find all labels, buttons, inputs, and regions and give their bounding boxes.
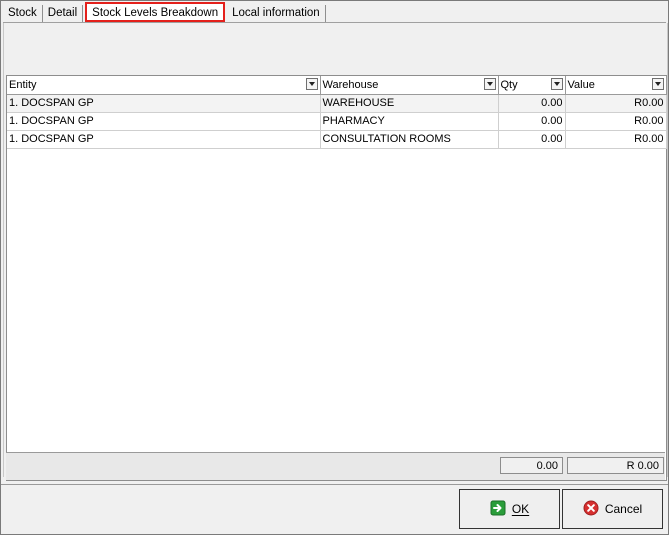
chevron-down-icon[interactable]	[550, 78, 563, 90]
cell-entity[interactable]: 1. DOCSPAN GP	[7, 94, 321, 113]
cell-qty[interactable]: 0.00	[498, 112, 566, 131]
cell-qty[interactable]: 0.00	[498, 94, 566, 113]
cell-entity[interactable]: 1. DOCSPAN GP	[7, 112, 321, 131]
dialog-window: Stock Detail Stock Levels Breakdown Loca…	[0, 0, 669, 535]
table-row[interactable]: 1. DOCSPAN GP PHARMACY 0.00 R0.00	[7, 112, 667, 131]
cell-warehouse[interactable]: PHARMACY	[320, 112, 499, 131]
chevron-down-icon[interactable]	[483, 78, 496, 90]
tab-detail[interactable]: Detail	[43, 5, 84, 22]
grid-totals-footer: 0.00 R 0.00	[6, 452, 665, 480]
column-header-label: Value	[567, 78, 595, 91]
column-header-warehouse[interactable]: Warehouse	[320, 76, 499, 95]
ok-button[interactable]: OK	[459, 489, 560, 529]
tab-local-information[interactable]: Local information	[227, 5, 326, 22]
stock-levels-table: Entity Warehouse Qty Value 1. DOCSPAN GP…	[7, 76, 667, 149]
column-header-value[interactable]: Value	[565, 76, 667, 95]
cell-warehouse[interactable]: WAREHOUSE	[320, 94, 499, 113]
arrow-right-into-box-icon	[490, 500, 506, 519]
cell-entity[interactable]: 1. DOCSPAN GP	[7, 130, 321, 149]
chevron-down-icon[interactable]	[305, 78, 318, 90]
cell-warehouse[interactable]: CONSULTATION ROOMS	[320, 130, 499, 149]
qty-total: 0.00	[500, 457, 563, 474]
table-row[interactable]: 1. DOCSPAN GP CONSULTATION ROOMS 0.00 R0…	[7, 130, 667, 149]
tab-bar: Stock Detail Stock Levels Breakdown Loca…	[3, 2, 326, 22]
cell-qty[interactable]: 0.00	[498, 130, 566, 149]
column-header-label: Qty	[500, 78, 518, 91]
cell-value[interactable]: R0.00	[565, 130, 667, 149]
grid-header-row: Entity Warehouse Qty Value	[7, 76, 667, 95]
ok-button-label: OK	[511, 502, 530, 516]
tab-stock-levels-breakdown[interactable]: Stock Levels Breakdown	[85, 2, 226, 22]
cancel-button-label: Cancel	[604, 502, 643, 516]
button-separator	[1, 484, 668, 485]
tab-stock[interactable]: Stock	[3, 5, 43, 22]
cell-value[interactable]: R0.00	[565, 94, 667, 113]
column-header-label: Entity	[9, 78, 37, 91]
cell-value[interactable]: R0.00	[565, 112, 667, 131]
chevron-down-icon[interactable]	[651, 78, 664, 90]
cancel-button[interactable]: Cancel	[562, 489, 663, 529]
column-header-entity[interactable]: Entity	[7, 76, 321, 95]
stock-levels-grid: Entity Warehouse Qty Value 1. DOCSPAN GP…	[6, 75, 667, 481]
x-circle-icon	[583, 500, 599, 519]
column-header-label: Warehouse	[322, 78, 379, 91]
value-total: R 0.00	[567, 457, 664, 474]
table-row[interactable]: 1. DOCSPAN GP WAREHOUSE 0.00 R0.00	[7, 94, 667, 113]
column-header-qty[interactable]: Qty	[498, 76, 566, 95]
